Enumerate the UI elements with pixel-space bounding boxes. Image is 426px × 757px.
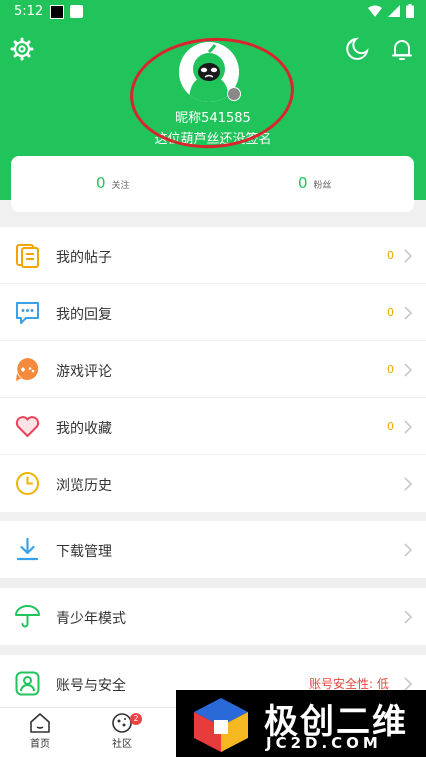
- following-label: 关注: [111, 181, 130, 191]
- menu-label: 下载管理: [56, 544, 112, 560]
- game-review-controller-icon: [16, 358, 39, 381]
- notification-icon-2: [70, 5, 83, 18]
- menu-label: 我的回复: [56, 307, 112, 323]
- menu-label: 浏览历史: [56, 478, 112, 494]
- tab-label: 首页: [30, 739, 50, 750]
- chevron-right-icon: [404, 610, 413, 624]
- menu-label: 我的收藏: [56, 421, 112, 437]
- battery-icon: [406, 4, 414, 18]
- home-icon: [30, 713, 50, 733]
- favorites-heart-icon: [15, 416, 40, 437]
- menu-group-downloads: 下载管理: [0, 521, 426, 578]
- chevron-right-icon: [404, 306, 413, 320]
- signal-icon: [388, 5, 400, 17]
- notification-bell-icon[interactable]: [389, 36, 415, 62]
- menu-label: 游戏评论: [56, 364, 112, 380]
- menu-label: 青少年模式: [56, 611, 126, 627]
- menu-item-download-manager[interactable]: 下载管理: [0, 521, 426, 578]
- night-mode-moon-icon[interactable]: [344, 36, 370, 62]
- tab-community[interactable]: 2 社区: [92, 711, 152, 750]
- chevron-right-icon: [404, 363, 413, 377]
- posts-document-icon: [16, 244, 39, 268]
- follow-card: 0 关注 0 粉丝: [11, 156, 414, 212]
- tab-home[interactable]: 首页: [10, 711, 70, 750]
- menu-item-browse-history[interactable]: 浏览历史: [0, 455, 426, 512]
- following-stat[interactable]: 0 关注: [96, 174, 130, 192]
- teen-mode-umbrella-icon: [15, 605, 40, 628]
- menu-item-teen-mode[interactable]: 青少年模式: [0, 588, 426, 645]
- watermark-logo: 极创二维 JC2D.COM: [176, 690, 426, 757]
- notification-icon: [50, 5, 64, 19]
- chevron-right-icon: [404, 249, 413, 263]
- followers-stat[interactable]: 0 粉丝: [298, 174, 332, 192]
- menu-count: 0: [387, 363, 394, 376]
- settings-gear-icon[interactable]: [9, 36, 35, 62]
- menu-label: 我的帖子: [56, 250, 112, 266]
- followers-count: 0: [298, 174, 308, 192]
- chevron-right-icon: [404, 543, 413, 557]
- following-count: 0: [96, 174, 106, 192]
- followers-label: 粉丝: [313, 181, 332, 191]
- download-arrow-icon: [16, 537, 39, 561]
- system-icons: [368, 4, 414, 18]
- menu-group-activity: 我的帖子 0 我的回复 0 游戏评论 0 我的收藏 0 浏览历史: [0, 227, 426, 512]
- menu-item-my-favorites[interactable]: 我的收藏 0: [0, 398, 426, 455]
- bottom-tab-bar: 首页 2 社区: [0, 707, 176, 757]
- menu-item-game-reviews[interactable]: 游戏评论 0: [0, 341, 426, 398]
- menu-item-my-replies[interactable]: 我的回复 0: [0, 284, 426, 341]
- cube-logo-icon: [194, 698, 248, 752]
- menu-label: 账号与安全: [56, 678, 126, 694]
- menu-count: 0: [387, 249, 394, 262]
- history-clock-icon: [16, 472, 39, 495]
- account-user-icon: [15, 671, 40, 696]
- chevron-right-icon: [404, 420, 413, 434]
- status-time: 5:12: [14, 4, 44, 19]
- menu-count: 0: [387, 420, 394, 433]
- status-bar: 5:12: [0, 0, 426, 25]
- chevron-right-icon: [404, 477, 413, 491]
- menu-group-teen: 青少年模式: [0, 588, 426, 645]
- menu-item-my-posts[interactable]: 我的帖子 0: [0, 227, 426, 284]
- community-badge: 2: [130, 713, 142, 725]
- wifi-icon: [368, 5, 382, 17]
- menu-count: 0: [387, 306, 394, 319]
- watermark-subtitle: JC2D.COM: [266, 734, 382, 752]
- replies-chat-bubble-icon: [16, 302, 39, 324]
- tab-label: 社区: [112, 739, 132, 750]
